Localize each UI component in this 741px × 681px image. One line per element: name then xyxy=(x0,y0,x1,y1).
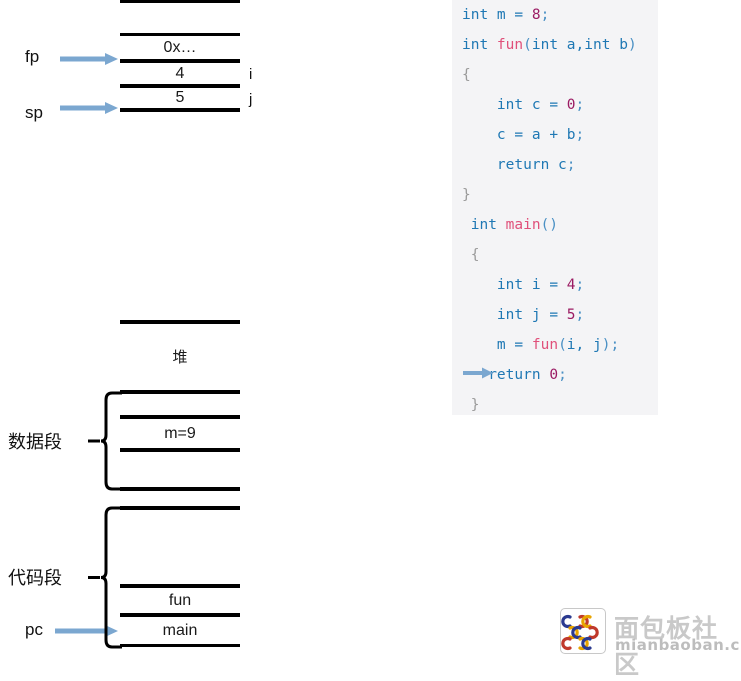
site-watermark: 面包板社区 mianbaoban.cn xyxy=(560,608,741,679)
memory-cell-code-fun: fun xyxy=(120,585,240,616)
pointer-arrow-fp-icon xyxy=(60,53,118,65)
code-line: } xyxy=(462,187,471,203)
code-line: int main() xyxy=(470,217,559,233)
memory-cell-stack-top-empty xyxy=(120,0,240,36)
code-line: int m = 8; xyxy=(462,7,550,23)
code-line: int c = 0; xyxy=(496,97,585,113)
segment-brace-data-segment-icon xyxy=(88,391,122,491)
code-line: } xyxy=(462,397,480,413)
code-line: int fun(int a,int b) xyxy=(462,37,637,53)
memory-cell-gap-cell xyxy=(120,488,240,509)
memory-cell-data-empty-1 xyxy=(120,391,240,418)
memory-cell-code-empty xyxy=(120,507,240,587)
pointer-label-sp: sp xyxy=(25,103,43,122)
current-line-arrow-icon xyxy=(463,367,493,379)
segment-label-code-segment: 代码段 xyxy=(8,568,62,588)
code-line: int j = 5; xyxy=(496,307,585,323)
memory-cell-heap: 堆 xyxy=(120,321,240,393)
code-line: int i = 4; xyxy=(496,277,585,293)
watermark-domain: mianbaoban.cn xyxy=(615,636,741,654)
segment-label-data-segment: 数据段 xyxy=(8,432,62,452)
code-line: c = a + b; xyxy=(462,127,585,143)
code-line: { xyxy=(462,247,480,263)
pointer-arrow-sp-icon xyxy=(60,102,118,114)
segment-brace-code-segment-icon xyxy=(88,506,122,649)
code-line: return c; xyxy=(496,157,576,173)
stack-var-annotation-j: j xyxy=(249,91,253,108)
code-line: { xyxy=(462,67,471,83)
memory-cell-data-empty-2 xyxy=(120,449,240,490)
memory-cell-var-i: 4 xyxy=(120,60,240,87)
memory-cell-stack-free xyxy=(120,109,240,323)
code-line: m = fun(i, j); xyxy=(462,337,620,353)
memory-cell-label: 0x… xyxy=(163,38,197,56)
memory-cell-label: fun xyxy=(168,591,192,609)
memory-cell-saved-frame-ptr: 0x… xyxy=(120,33,240,62)
memory-cell-label: 4 xyxy=(175,64,185,82)
memory-cell-label: main xyxy=(162,621,198,639)
memory-cell-label: m=9 xyxy=(164,424,196,442)
pointer-label-fp: fp xyxy=(25,47,40,66)
pointer-label-pc: pc xyxy=(25,620,43,639)
memory-cell-var-j: 5 xyxy=(120,85,240,111)
memory-cell-global-m: m=9 xyxy=(120,416,240,451)
source-code-panel: int m = 8; int fun(int a,int b) { int c = … xyxy=(452,0,658,415)
memory-layout-diagram: 0x… 4 5 堆 m=9 fun main fp sp pc ij 数据段代码段 xyxy=(0,0,300,659)
memory-cell-label: 5 xyxy=(175,89,185,106)
memory-cell-label: 堆 xyxy=(172,348,188,366)
stack-var-annotation-i: i xyxy=(249,66,253,83)
memory-cell-code-main: main xyxy=(120,614,240,647)
watermark-logo-icon xyxy=(560,608,606,654)
